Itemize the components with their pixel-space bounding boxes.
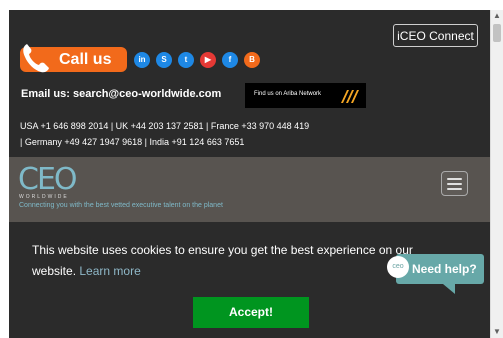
chat-bubble-tail bbox=[443, 284, 455, 294]
menu-button[interactable] bbox=[441, 171, 468, 196]
email-contact[interactable]: Email us: search@ceo-worldwide.com bbox=[21, 88, 221, 100]
ariba-network-badge[interactable]: Find us on Ariba Network bbox=[245, 83, 366, 108]
need-help-chat-button[interactable]: Need help? bbox=[396, 254, 484, 284]
chat-avatar-icon: ceo bbox=[387, 256, 409, 278]
phone-line: | Germany +49 427 1947 9618 | India +91 … bbox=[20, 137, 245, 147]
vertical-scrollbar[interactable]: ▲ ▼ bbox=[490, 10, 503, 338]
menu-bar-icon bbox=[447, 188, 462, 190]
twitter-icon[interactable]: t bbox=[178, 52, 194, 68]
phone-line: USA +1 646 898 2014 | UK +44 203 137 258… bbox=[20, 121, 310, 131]
phone-icon bbox=[23, 44, 49, 73]
ariba-label: Find us on Ariba Network bbox=[254, 91, 322, 97]
menu-bar-icon bbox=[447, 178, 462, 180]
blogger-icon[interactable]: B bbox=[244, 52, 260, 68]
youtube-icon[interactable]: ▶ bbox=[200, 52, 216, 68]
brand-band: CEO WORLDWIDE Connecting you with the be… bbox=[9, 157, 490, 222]
learn-more-link[interactable]: Learn more bbox=[79, 264, 140, 278]
skype-icon[interactable]: S bbox=[156, 52, 172, 68]
logo-subtitle: WORLDWIDE bbox=[19, 194, 69, 200]
scroll-up-icon[interactable]: ▲ bbox=[491, 10, 503, 22]
phone-numbers: USA +1 646 898 2014 | UK +44 203 137 258… bbox=[20, 118, 365, 150]
accept-cookies-button[interactable]: Accept! bbox=[193, 297, 309, 328]
ariba-logo-icon bbox=[341, 90, 359, 103]
iceo-connect-button[interactable]: iCEO Connect bbox=[393, 24, 478, 47]
scroll-down-icon[interactable]: ▼ bbox=[491, 326, 503, 338]
scroll-thumb[interactable] bbox=[493, 24, 501, 42]
tagline: Connecting you with the best vetted exec… bbox=[19, 202, 223, 209]
web-page: iCEO Connect Call us in St ▶ f B Email us: s… bbox=[9, 10, 490, 338]
facebook-icon[interactable]: f bbox=[222, 52, 238, 68]
linkedin-icon[interactable]: in bbox=[134, 52, 150, 68]
ceo-logo[interactable]: CEO bbox=[18, 165, 77, 195]
menu-bar-icon bbox=[447, 183, 462, 185]
